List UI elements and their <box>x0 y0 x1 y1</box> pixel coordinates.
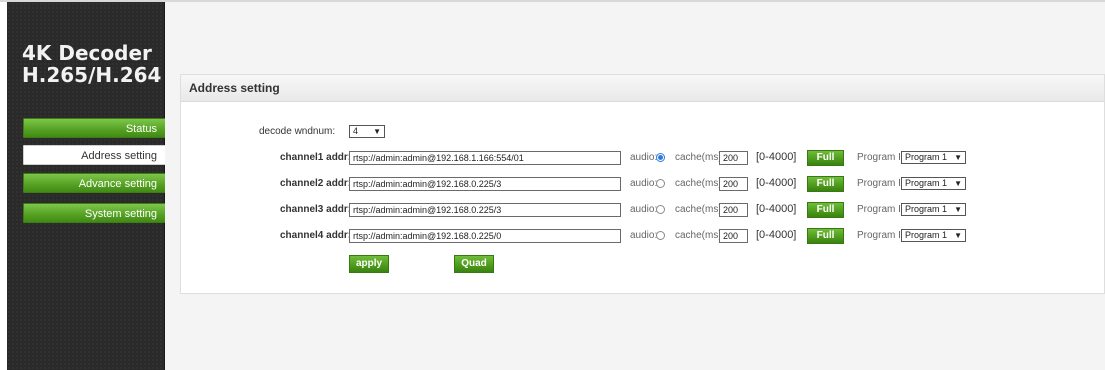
channel2-addr-input[interactable] <box>349 177 621 191</box>
channel2-program-value: Program 1 <box>905 178 948 188</box>
channel4-cache-input[interactable] <box>719 229 748 243</box>
channel4-addr-input[interactable] <box>349 229 621 243</box>
decode-wndnum-label: decode wndnum: <box>259 126 336 137</box>
decode-wndnum-select[interactable]: 4 ▼ <box>349 125 385 138</box>
apply-button[interactable]: apply <box>349 255 389 273</box>
channel4-program-value: Program 1 <box>905 230 948 240</box>
channel1-addr-input[interactable] <box>349 151 621 165</box>
channel1-audio-radio[interactable] <box>656 153 665 162</box>
channel1-program-value: Program 1 <box>905 152 948 162</box>
channel4-cache-label: cache(ms): <box>675 230 725 241</box>
brand-line-2: H.265/H.264 <box>22 63 162 87</box>
channel1-full-button[interactable]: Full <box>807 150 844 166</box>
channel2-cache-range: [0-4000] <box>756 177 797 189</box>
channel2-label: channel2 addr: <box>280 178 352 189</box>
channel3-audio-radio[interactable] <box>656 205 665 214</box>
panel-header: Address setting <box>181 75 1104 102</box>
quad-button[interactable]: Quad <box>454 255 494 273</box>
sidebar-item-advance-setting[interactable]: Advance setting <box>23 173 166 193</box>
address-setting-panel: Address setting decode wndnum: 4 ▼ chann… <box>180 74 1105 294</box>
channel3-audio-label: audio: <box>630 204 658 215</box>
panel-title: Address setting <box>189 81 280 95</box>
chevron-down-icon: ▼ <box>954 153 962 162</box>
channel4-full-button[interactable]: Full <box>807 228 844 244</box>
channel3-full-button[interactable]: Full <box>807 202 844 218</box>
channel3-cache-input[interactable] <box>719 203 748 217</box>
brand-title: 4K Decoder H.265/H.264 <box>22 42 162 86</box>
channel4-label: channel4 addr: <box>280 230 352 241</box>
chevron-down-icon: ▼ <box>954 231 962 240</box>
channel2-audio-label: audio: <box>630 178 658 189</box>
chevron-down-icon: ▼ <box>373 127 381 136</box>
channel1-cache-range: [0-4000] <box>756 151 797 163</box>
channel4-audio-label: audio: <box>630 230 658 241</box>
channel3-addr-input[interactable] <box>349 203 621 217</box>
channel2-cache-input[interactable] <box>719 177 748 191</box>
channel1-label: channel1 addr: <box>280 152 352 163</box>
sidebar: 4K Decoder H.265/H.264 Status Address se… <box>7 2 166 370</box>
chevron-down-icon: ▼ <box>954 179 962 188</box>
chevron-down-icon: ▼ <box>954 205 962 214</box>
channel2-full-button[interactable]: Full <box>807 176 844 192</box>
channel3-program-select[interactable]: Program 1 ▼ <box>901 203 966 216</box>
channel2-audio-radio[interactable] <box>656 179 665 188</box>
channel1-cache-label: cache(ms): <box>675 152 725 163</box>
brand-line-1: 4K Decoder <box>22 41 152 65</box>
channel1-program-select[interactable]: Program 1 ▼ <box>901 151 966 164</box>
sidebar-item-status[interactable]: Status <box>23 118 166 138</box>
channel1-cache-input[interactable] <box>719 151 748 165</box>
channel3-cache-label: cache(ms): <box>675 204 725 215</box>
channel4-program-select[interactable]: Program 1 ▼ <box>901 229 966 242</box>
channel4-audio-radio[interactable] <box>656 231 665 240</box>
channel3-program-value: Program 1 <box>905 204 948 214</box>
channel4-cache-range: [0-4000] <box>756 229 797 241</box>
channel3-cache-range: [0-4000] <box>756 203 797 215</box>
channel1-audio-label: audio: <box>630 152 658 163</box>
channel2-program-select[interactable]: Program 1 ▼ <box>901 177 966 190</box>
sidebar-item-address-setting[interactable]: Address setting <box>23 145 166 165</box>
channel2-cache-label: cache(ms): <box>675 178 725 189</box>
decode-wndnum-value: 4 <box>353 126 359 136</box>
sidebar-item-system-setting[interactable]: System setting <box>23 203 166 223</box>
channel3-label: channel3 addr: <box>280 204 352 215</box>
